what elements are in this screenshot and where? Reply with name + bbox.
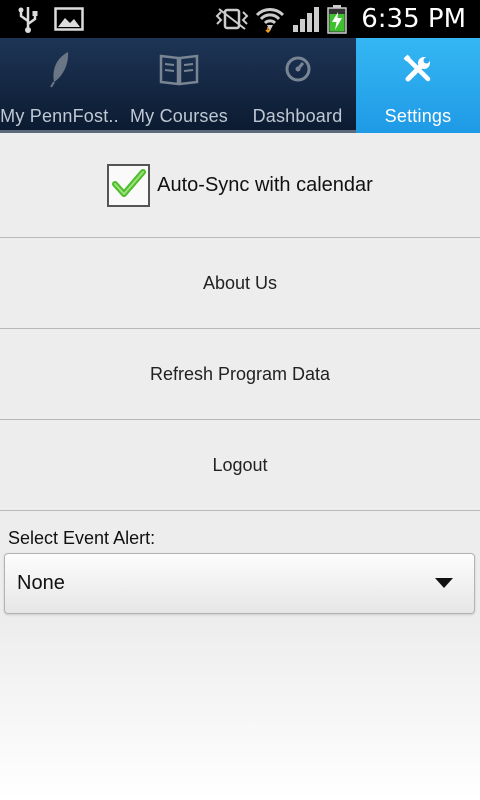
tab-dashboard[interactable]: Dashboard	[239, 38, 356, 133]
tab-label: Settings	[384, 106, 452, 126]
clock: 6:35 PM	[361, 4, 466, 34]
vibrate-icon	[215, 7, 249, 31]
tools-icon	[402, 44, 434, 94]
menu-item-label: Refresh Program Data	[149, 363, 331, 384]
auto-sync-row: Auto-Sync with calendar	[0, 133, 480, 238]
auto-sync-label: Auto-Sync with calendar	[157, 173, 373, 196]
auto-sync-checkbox[interactable]	[107, 163, 151, 207]
event-alert-label: Select Event Alert:	[8, 528, 156, 548]
about-us-button[interactable]: About Us	[0, 238, 480, 329]
tab-label: My PennFost..	[0, 106, 119, 126]
signal-icon	[291, 5, 321, 33]
logout-button[interactable]: Logout	[0, 420, 480, 511]
image-icon	[54, 7, 84, 31]
tab-my-pennfoster[interactable]: My PennFost..	[0, 38, 119, 133]
status-bar: 6:35 PM	[0, 0, 480, 38]
event-alert-value: None	[17, 572, 65, 594]
tab-label: Dashboard	[252, 106, 343, 126]
menu-item-label: About Us	[202, 272, 278, 293]
menu-item-label: Logout	[212, 454, 268, 475]
event-alert-select[interactable]: None	[4, 553, 475, 614]
tab-settings[interactable]: Settings	[356, 38, 480, 133]
feather-icon	[45, 44, 75, 94]
tab-bar: My PennFost.. My Courses Dashboard Setti…	[0, 38, 480, 133]
checkmark-icon	[111, 168, 146, 202]
book-icon	[158, 44, 200, 94]
tab-label: My Courses	[129, 106, 229, 126]
tab-my-courses[interactable]: My Courses	[119, 38, 239, 133]
refresh-program-data-button[interactable]: Refresh Program Data	[0, 329, 480, 420]
dropdown-arrow-icon	[434, 574, 454, 593]
wifi-icon	[255, 5, 285, 33]
battery-charging-icon	[327, 4, 347, 34]
speedometer-icon	[283, 44, 313, 94]
usb-icon	[18, 5, 38, 33]
